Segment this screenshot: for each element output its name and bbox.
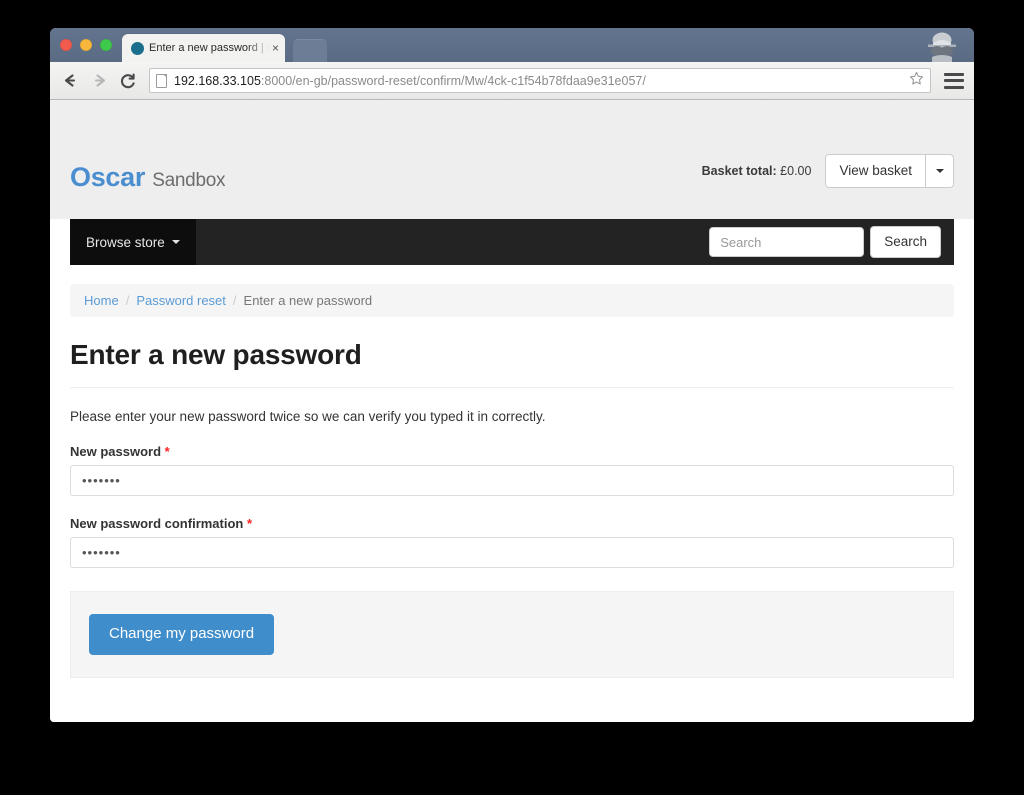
site-header: Oscar Sandbox Basket total: £0.00 View b… — [50, 100, 974, 219]
address-bar-url: 192.168.33.105:8000/en-gb/password-reset… — [174, 74, 903, 88]
page-title: Enter a new password — [70, 339, 362, 370]
basket-total-text: Basket total: £0.00 — [702, 164, 812, 178]
page-lead-text: Please enter your new password twice so … — [70, 409, 546, 424]
reload-icon[interactable] — [118, 71, 138, 91]
breadcrumb-item-home[interactable]: Home — [84, 293, 119, 308]
browser-window: Enter a new password | Os × 192.168.33.1… — [50, 28, 974, 722]
form-group-new-password: New password * — [70, 444, 954, 496]
browse-store-label: Browse store — [86, 234, 165, 250]
required-marker: * — [247, 516, 253, 531]
close-window-button[interactable] — [60, 39, 72, 51]
browser-toolbar: 192.168.33.105:8000/en-gb/password-reset… — [50, 62, 974, 100]
basket-button-group: View basket — [825, 154, 954, 188]
basket-dropdown-toggle[interactable] — [926, 154, 954, 188]
basket-total-label: Basket total: — [701, 163, 777, 178]
site-logo-suffix: Sandbox — [152, 169, 226, 191]
window-controls — [60, 39, 112, 51]
browser-menu-icon[interactable] — [944, 72, 964, 89]
minimize-window-button[interactable] — [80, 39, 92, 51]
breadcrumb-item-password-reset[interactable]: Password reset — [136, 293, 226, 308]
forward-icon[interactable] — [89, 71, 109, 91]
bookmark-star-icon[interactable] — [909, 71, 924, 91]
new-password-confirmation-label: New password confirmation * — [70, 516, 954, 531]
title-divider — [70, 387, 954, 388]
oscar-favicon-icon — [131, 41, 144, 55]
browse-store-menu[interactable]: Browse store — [70, 219, 196, 265]
site-logo[interactable]: Oscar Sandbox — [70, 161, 226, 192]
new-password-confirmation-input[interactable] — [70, 537, 954, 568]
change-my-password-button[interactable]: Change my password — [89, 614, 275, 655]
breadcrumb: Home / Password reset / Enter a new pass… — [70, 284, 954, 317]
search-button[interactable]: Search — [870, 225, 941, 259]
page-document-icon — [156, 73, 167, 88]
new-password-label-text: New password — [70, 444, 162, 459]
new-password-label: New password * — [70, 444, 954, 459]
form-group-new-password-confirmation: New password confirmation * — [70, 516, 954, 568]
chevron-down-icon — [935, 168, 944, 173]
view-basket-button[interactable]: View basket — [825, 154, 926, 188]
breadcrumb-separator: / — [232, 293, 237, 308]
browser-tab-title: Enter a new password | Os — [149, 42, 269, 54]
navbar-search-form: Search — [709, 219, 954, 265]
page-viewport: Oscar Sandbox Basket total: £0.00 View b… — [50, 100, 974, 722]
navbar-left: Browse store — [70, 219, 196, 265]
search-input[interactable] — [709, 227, 865, 257]
required-marker: * — [164, 444, 170, 459]
close-icon[interactable]: × — [269, 42, 279, 54]
main-navbar: Browse store Search — [70, 219, 954, 265]
basket-summary: Basket total: £0.00 View basket — [702, 154, 954, 191]
chevron-down-icon — [171, 240, 180, 244]
address-bar-host: 192.168.33.105 — [174, 73, 261, 88]
breadcrumb-separator: / — [125, 293, 130, 308]
new-tab-button[interactable] — [293, 39, 327, 62]
address-bar-path: :8000/en-gb/password-reset/confirm/Mw/4c… — [260, 73, 646, 88]
password-reset-form: New password * New password confirmation… — [70, 444, 954, 678]
new-password-input[interactable] — [70, 465, 954, 496]
address-bar[interactable]: 192.168.33.105:8000/en-gb/password-reset… — [149, 68, 931, 93]
incognito-icon — [928, 32, 956, 62]
maximize-window-button[interactable] — [100, 39, 112, 51]
browser-tab-active[interactable]: Enter a new password | Os × — [122, 34, 285, 62]
site-logo-name: Oscar — [70, 161, 146, 192]
form-actions-well: Change my password — [70, 591, 954, 678]
page-content: Home / Password reset / Enter a new pass… — [50, 265, 974, 678]
breadcrumb-item-current: Enter a new password — [243, 293, 373, 308]
basket-total-amount: £0.00 — [780, 163, 812, 178]
new-password-confirmation-label-text: New password confirmation — [70, 516, 244, 531]
back-icon[interactable] — [60, 71, 80, 91]
browser-tab-strip: Enter a new password | Os × — [50, 28, 974, 62]
